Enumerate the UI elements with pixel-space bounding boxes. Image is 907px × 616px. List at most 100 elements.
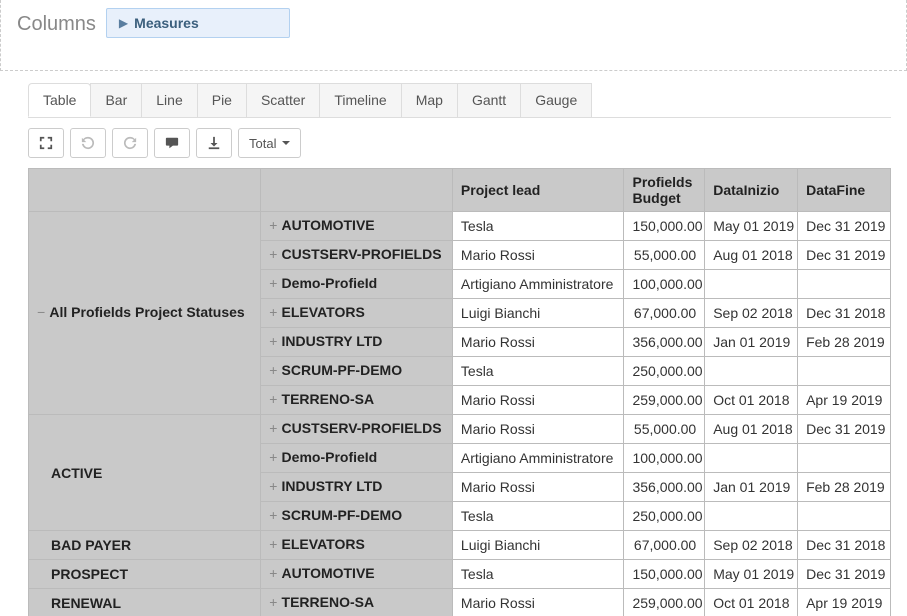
project-label: ELEVATORS [282,304,365,320]
status-label: PROSPECT [51,566,128,582]
project-label: INDUSTRY LTD [282,333,383,349]
datafine-cell: Dec 31 2019 [798,560,891,589]
expand-icon[interactable]: + [269,538,277,554]
datafine-cell: Dec 31 2019 [798,415,891,444]
project-label: TERRENO-SA [282,391,375,407]
header-budget[interactable]: Profields Budget [624,169,705,212]
datafine-cell: Feb 28 2019 [798,328,891,357]
redo-icon [123,136,137,150]
project-cell[interactable]: +SCRUM-PF-DEMO [261,502,453,531]
lead-cell: Tesla [452,502,624,531]
datafine-cell: Dec 31 2019 [798,241,891,270]
caret-down-icon [282,141,290,145]
lead-cell: Mario Rossi [452,386,624,415]
undo-button[interactable] [70,128,106,158]
expand-icon[interactable]: + [269,335,277,351]
table-row: BAD PAYER+ELEVATORSLuigi Bianchi67,000.0… [29,531,891,560]
status-cell[interactable]: PROSPECT [29,560,261,589]
expand-icon[interactable]: + [269,422,277,438]
lead-cell: Artigiano Amministratore [452,270,624,299]
expand-icon[interactable]: + [269,277,277,293]
expand-icon[interactable]: + [269,509,277,525]
viz-tabs: TableBarLinePieScatterTimelineMapGanttGa… [28,83,891,118]
status-label: BAD PAYER [51,537,131,553]
project-cell[interactable]: + INDUSTRY LTD [261,328,453,357]
status-cell[interactable]: RENEWAL [29,589,261,616]
project-label: Demo-ProfieId [282,275,378,291]
budget-cell: 356,000.00 [624,328,705,357]
status-cell[interactable]: BAD PAYER [29,531,261,560]
project-cell[interactable]: +CUSTSERV-PROFIELDS [261,415,453,444]
tab-map[interactable]: Map [401,83,458,117]
comment-button[interactable] [154,128,190,158]
header-blank-1[interactable] [29,169,261,212]
budget-cell: 250,000.00 [624,502,705,531]
tab-pie[interactable]: Pie [197,83,247,117]
expand-icon[interactable]: + [269,480,277,496]
project-label: TERRENO-SA [282,594,375,610]
status-label: ACTIVE [51,465,102,481]
datainizio-cell: Aug 01 2018 [705,241,798,270]
header-datainizio[interactable]: DataInizio [705,169,798,212]
project-cell[interactable]: +SCRUM-PF-DEMO [261,357,453,386]
project-cell[interactable]: + AUTOMOTIVE [261,560,453,589]
tab-gauge[interactable]: Gauge [520,83,592,117]
expand-icon[interactable]: + [269,451,277,467]
expand-icon[interactable]: + [269,364,277,380]
header-lead[interactable]: Project lead [452,169,624,212]
tab-scatter[interactable]: Scatter [246,83,320,117]
project-cell[interactable]: + Demo-ProfieId [261,270,453,299]
datafine-cell: Dec 31 2019 [798,212,891,241]
measures-chip-label: Measures [134,15,199,31]
header-blank-2[interactable] [261,169,453,212]
project-label: AUTOMOTIVE [282,565,375,581]
tab-line[interactable]: Line [141,83,197,117]
tab-gantt[interactable]: Gantt [457,83,521,117]
speech-bubble-icon [165,136,179,150]
total-dropdown[interactable]: Total [238,128,301,158]
expand-icon[interactable]: + [269,219,277,235]
expand-icon[interactable]: + [269,306,277,322]
header-row: Project lead Profields Budget DataInizio… [29,169,891,212]
lead-cell: Mario Rossi [452,328,624,357]
measures-chip[interactable]: ▶ Measures [106,8,290,38]
project-cell[interactable]: +AUTOMOTIVE [261,212,453,241]
project-label: INDUSTRY LTD [282,478,383,494]
project-cell[interactable]: +Demo-ProfieId [261,444,453,473]
lead-cell: Tesla [452,560,624,589]
expand-icon[interactable]: + [269,596,277,612]
status-cell[interactable]: ACTIVE [29,415,261,531]
project-cell[interactable]: + ELEVATORS [261,299,453,328]
header-datafine[interactable]: DataFine [798,169,891,212]
expand-icon[interactable]: + [269,567,277,583]
project-label: CUSTSERV-PROFIELDS [282,246,442,262]
expand-icon[interactable]: + [269,248,277,264]
total-dropdown-label: Total [249,137,276,150]
tab-bar[interactable]: Bar [90,83,142,117]
budget-cell: 356,000.00 [624,473,705,502]
project-cell[interactable]: +ELEVATORS [261,531,453,560]
project-cell[interactable]: + INDUSTRY LTD [261,473,453,502]
lead-cell: Luigi Bianchi [452,531,624,560]
collapse-icon[interactable]: − [37,306,45,322]
tab-table[interactable]: Table [28,83,91,117]
redo-button[interactable] [112,128,148,158]
columns-drop-zone[interactable]: Columns ▶ Measures [0,0,907,71]
status-cell[interactable]: −All Profields Project Statuses [29,212,261,415]
lead-cell: Mario Rossi [452,415,624,444]
project-cell[interactable]: + CUSTSERV-PROFIELDS [261,241,453,270]
expand-icon[interactable]: + [269,393,277,409]
datainizio-cell: Oct 01 2018 [705,589,798,616]
tab-timeline[interactable]: Timeline [319,83,401,117]
download-icon [207,136,221,150]
lead-cell: Mario Rossi [452,589,624,616]
download-button[interactable] [196,128,232,158]
datafine-cell [798,270,891,299]
project-cell[interactable]: + TERRENO-SA [261,589,453,616]
fullscreen-button[interactable] [28,128,64,158]
status-label: All Profields Project Statuses [49,304,244,320]
table-row: RENEWAL+TERRENO-SAMario Rossi259,000.00O… [29,589,891,616]
budget-cell: 67,000.00 [624,299,705,328]
project-cell[interactable]: + TERRENO-SA [261,386,453,415]
datafine-cell: Apr 19 2019 [798,386,891,415]
